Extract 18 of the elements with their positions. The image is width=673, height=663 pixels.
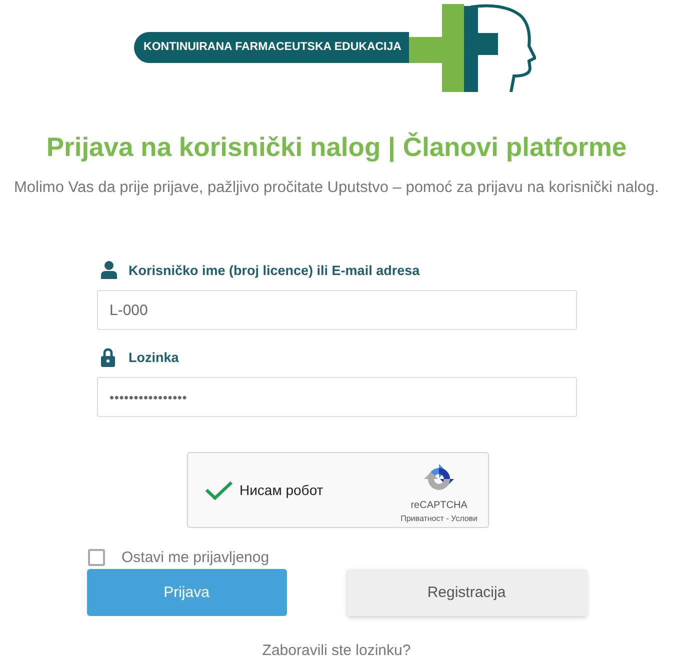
recaptcha-brand-text: reCAPTCHA (410, 500, 468, 512)
username-field[interactable]: L-000 (96, 290, 576, 330)
field-label: Lozinka (128, 350, 179, 364)
check-icon[interactable] (204, 480, 232, 500)
user-icon (100, 261, 116, 279)
cross-head-logo-icon (409, 4, 536, 92)
field-label: Korisničko ime (broj licence) ili E-mail adresa (128, 262, 420, 278)
remember-label[interactable]: Ostavi me prijavljenog (122, 548, 270, 566)
privacy-terms-links[interactable]: Приватност - Услови (400, 514, 478, 524)
captcha-label: Нисам робот (240, 482, 324, 498)
page-heading: Prijava na korisnički nalog | Članovi platforme (46, 131, 627, 163)
forgot-password-link[interactable]: Zaboravili ste lozinku? (262, 642, 411, 660)
register-button[interactable]: Registracija (346, 569, 586, 616)
remember-checkbox[interactable] (88, 548, 104, 566)
password-field[interactable]: •••••••••••••••• (96, 377, 576, 417)
lock-icon (100, 348, 114, 366)
logo-banner: KONTINUIRANA FARMACEUTSKA EDUKACIJA (134, 32, 410, 63)
intro-text: Molimo Vas da prije prijave, pažljivo pročitate Uputstvo – pomoć za prijavu na korisnički nalog. (14, 178, 659, 198)
